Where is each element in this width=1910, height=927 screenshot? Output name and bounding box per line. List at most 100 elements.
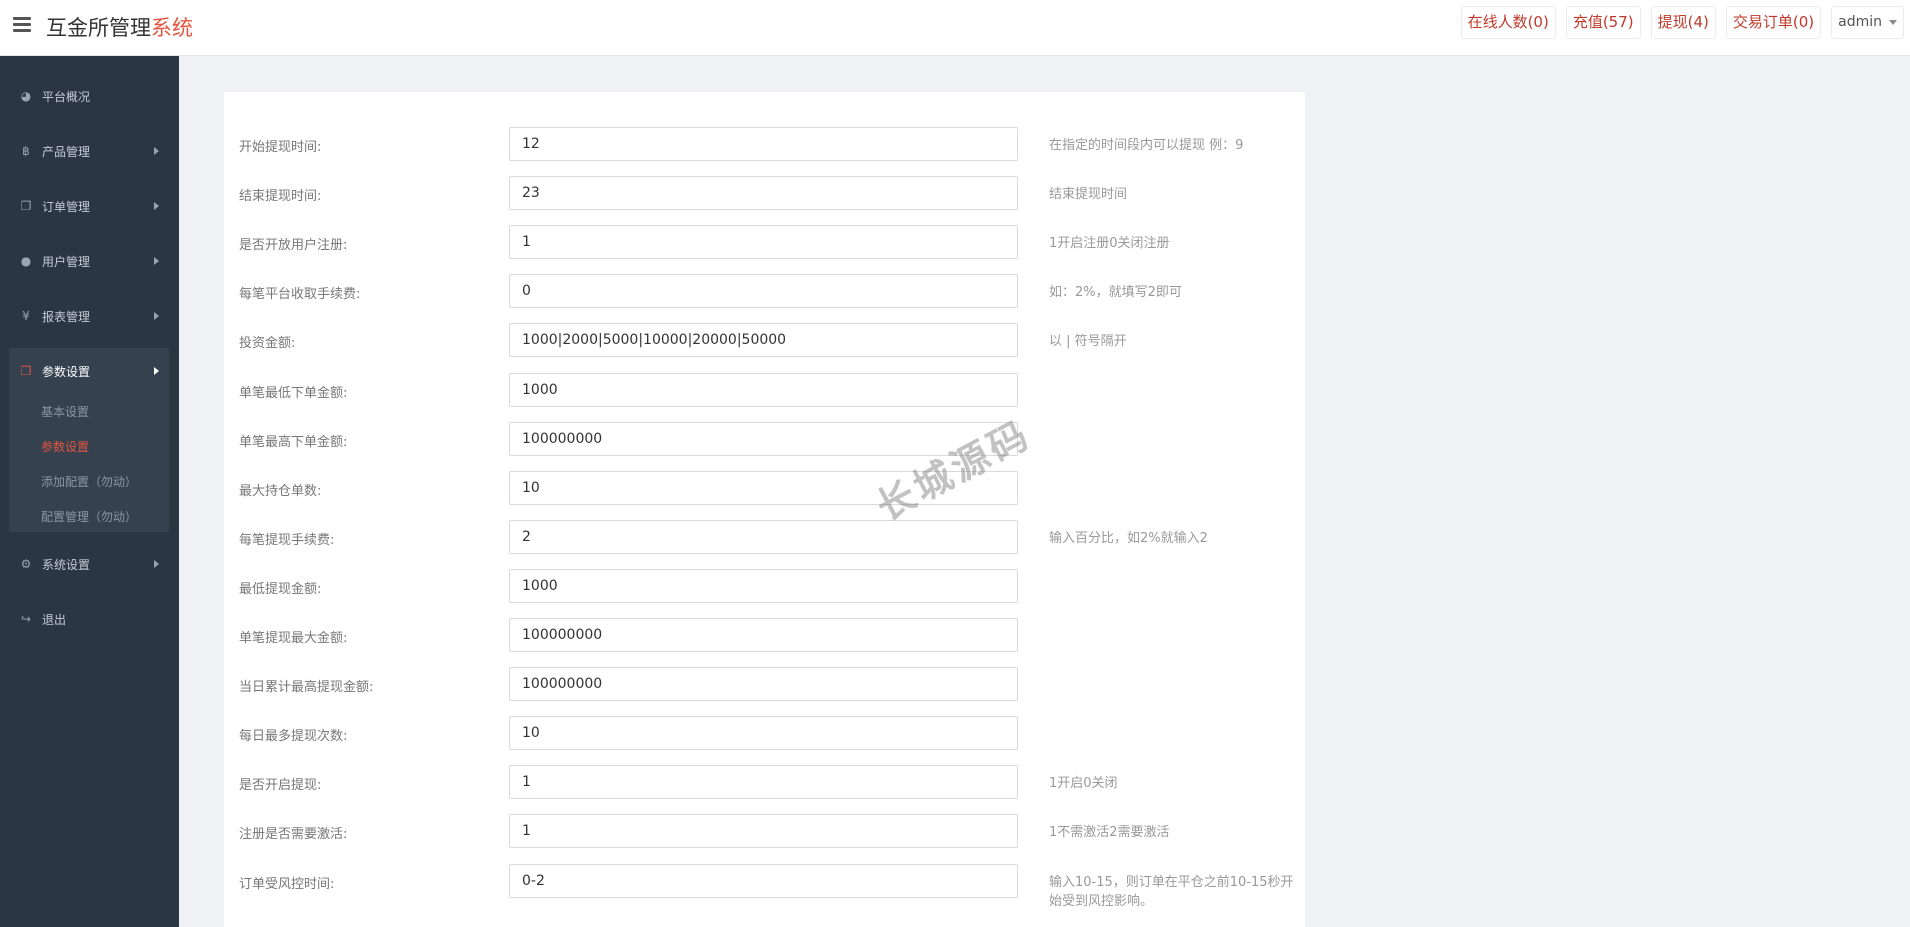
trade-orders-link[interactable]: 交易订单(0): [1725, 6, 1822, 39]
yen-icon: ¥: [22, 309, 30, 323]
user-icon: ●: [20, 254, 32, 268]
setting-input[interactable]: [509, 520, 1018, 554]
subnav-param-settings[interactable]: 参数设置: [41, 438, 89, 458]
setting-input[interactable]: [509, 274, 1018, 308]
setting-input[interactable]: [509, 667, 1018, 701]
form-row: 是否开放用户注册: 1开启注册0关闭注册: [224, 225, 1305, 261]
field-label: 当日累计最高提现金额:: [239, 680, 374, 695]
field-label: 投资金额:: [239, 336, 296, 351]
field-hint: 1开启0关闭: [1049, 776, 1118, 791]
setting-input[interactable]: [509, 176, 1018, 210]
sidebar-item-reports[interactable]: ¥ 报表管理: [0, 294, 179, 338]
field-label: 单笔最低下单金额:: [239, 386, 348, 401]
field-hint: 1不需激活2需要激活: [1049, 825, 1170, 840]
user-menu[interactable]: admin: [1831, 6, 1904, 39]
form-row: 开始提现时间: 在指定的时间段内可以提现 例：9: [224, 127, 1305, 163]
chevron-down-icon: [1889, 19, 1897, 25]
brand-accent: 系统: [151, 16, 193, 40]
form-row: 单笔最低下单金额:: [224, 373, 1305, 409]
dashboard-icon: ◕: [20, 89, 32, 103]
sidebar-item-orders[interactable]: ❐ 订单管理: [0, 184, 179, 228]
setting-input[interactable]: [509, 225, 1018, 259]
subnav-add-config[interactable]: 添加配置（勿动）: [41, 473, 137, 493]
sidebar-item-label: 订单管理: [42, 199, 91, 214]
menu-toggle-icon[interactable]: [13, 17, 31, 33]
top-header: 互金所管理系统 在线人数(0) 充值(57) 提现(4) 交易订单(0) adm…: [0, 0, 1910, 56]
field-hint: 输入百分比，如2%就输入2: [1049, 531, 1208, 546]
chevron-right-icon: [154, 367, 159, 375]
field-hint: 以 | 符号隔开: [1049, 334, 1127, 349]
user-name: admin: [1838, 14, 1882, 30]
sidebar-item-system[interactable]: ⚙ 系统设置: [0, 542, 179, 586]
form-row: 单笔最高下单金额:: [224, 422, 1305, 458]
setting-input[interactable]: [509, 765, 1018, 799]
field-hint: 如：2%，就填写2即可: [1049, 285, 1182, 300]
sidebar-item-label: 系统设置: [42, 557, 91, 572]
field-label: 单笔最高下单金额:: [239, 435, 348, 450]
form-row: 最大持仓单数:: [224, 471, 1305, 507]
form-row: 是否开启提现: 1开启0关闭: [224, 765, 1305, 801]
form-row: 最低提现金额:: [224, 569, 1305, 605]
field-hint: 在指定的时间段内可以提现 例：9: [1049, 138, 1244, 153]
brand-main: 互金所管理: [46, 16, 151, 40]
form-row: 每笔平台收取手续费: 如：2%，就填写2即可: [224, 274, 1305, 310]
copy-icon: ❐: [20, 199, 32, 213]
form-row: 结束提现时间: 结束提现时间: [224, 176, 1305, 212]
settings-panel: 开始提现时间: 在指定的时间段内可以提现 例：9 结束提现时间: 结束提现时间是否开放…: [224, 92, 1305, 927]
setting-input[interactable]: [509, 323, 1018, 357]
field-label: 订单受风控时间:: [239, 877, 335, 892]
sidebar-item-label: 报表管理: [42, 309, 91, 324]
top-links: 在线人数(0) 充值(57) 提现(4) 交易订单(0) admin: [1460, 6, 1904, 39]
setting-input[interactable]: [509, 373, 1018, 407]
sidebar-item-label: 用户管理: [42, 254, 91, 269]
sidebar-item-users[interactable]: ● 用户管理: [0, 239, 179, 283]
field-label: 开始提现时间:: [239, 140, 322, 155]
setting-input[interactable]: [509, 716, 1018, 750]
setting-input[interactable]: [509, 814, 1018, 848]
gears-icon: ⚙: [20, 557, 32, 571]
field-label: 每笔提现手续费:: [239, 533, 335, 548]
brand-title[interactable]: 互金所管理系统: [46, 12, 193, 42]
field-label: 最大持仓单数:: [239, 484, 322, 499]
sidebar-item-logout[interactable]: ↪ 退出: [0, 597, 179, 641]
sidebar-item-products[interactable]: ฿ 产品管理: [0, 129, 179, 173]
sign-out-icon: ↪: [20, 612, 32, 626]
form-row: 当日累计最高提现金额:: [224, 667, 1305, 703]
form-row: 每笔提现手续费: 输入百分比，如2%就输入2: [224, 520, 1305, 556]
sidebar-item-label: 退出: [42, 612, 67, 627]
setting-input[interactable]: [509, 127, 1018, 161]
setting-input[interactable]: [509, 569, 1018, 603]
field-label: 是否开启提现:: [239, 778, 322, 793]
setting-input[interactable]: [509, 618, 1018, 652]
sidebar-item-label: 产品管理: [42, 144, 91, 159]
field-label: 单笔提现最大金额:: [239, 631, 348, 646]
form-row: 投资金额: 以 | 符号隔开: [224, 323, 1305, 359]
chevron-right-icon: [154, 202, 159, 210]
sidebar-item-overview[interactable]: ◕ 平台概况: [0, 74, 179, 118]
chevron-right-icon: [154, 560, 159, 568]
subnav-config-manage[interactable]: 配置管理（勿动）: [41, 508, 137, 528]
sidebar: ◕ 平台概况 ฿ 产品管理 ❐ 订单管理 ● 用户管理 ¥ 报表管理 ❐ 参数设…: [0, 56, 179, 927]
chevron-right-icon: [154, 257, 159, 265]
field-label: 每笔平台收取手续费:: [239, 287, 361, 302]
field-label: 结束提现时间:: [239, 189, 322, 204]
field-hint: 1开启注册0关闭注册: [1049, 236, 1170, 251]
copy-icon: ❐: [20, 364, 32, 378]
sidebar-item-label: 参数设置: [42, 364, 91, 379]
field-label: 每日最多提现次数:: [239, 729, 348, 744]
chevron-right-icon: [154, 147, 159, 155]
recharge-link[interactable]: 充值(57): [1565, 6, 1641, 39]
form-row: 订单受风控时间: 输入10-15，则订单在平仓之前10-15秒开始受到风控影响。: [224, 864, 1305, 909]
form-row: 注册是否需要激活: 1不需激活2需要激活: [224, 814, 1305, 850]
field-label: 注册是否需要激活:: [239, 827, 348, 842]
field-label: 是否开放用户注册:: [239, 238, 348, 253]
subnav-basic-settings[interactable]: 基本设置: [41, 403, 89, 423]
setting-input[interactable]: [509, 864, 1018, 898]
sidebar-item-label: 平台概况: [42, 89, 91, 104]
setting-input[interactable]: [509, 471, 1018, 505]
form-row: 单笔提现最大金额:: [224, 618, 1305, 654]
online-users-link[interactable]: 在线人数(0): [1460, 6, 1556, 39]
withdraw-link[interactable]: 提现(4): [1650, 6, 1716, 39]
sidebar-item-params[interactable]: ❐ 参数设置: [0, 349, 179, 393]
setting-input[interactable]: [509, 422, 1018, 456]
